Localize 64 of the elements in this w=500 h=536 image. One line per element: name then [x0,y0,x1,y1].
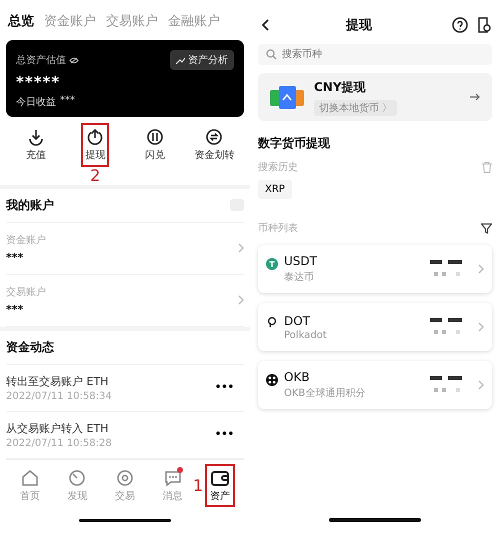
okb-coin-icon [266,374,278,386]
record-title: 转出至交易账户 ETH [6,374,110,389]
section-title: 我的账户 [6,196,54,214]
coin-card[interactable]: USDT 泰达币 [258,245,492,293]
step-number: 1 [192,476,204,495]
history-chip[interactable]: XRP [258,180,292,199]
more-button[interactable]: ••• [214,382,244,394]
help-icon[interactable] [452,17,468,33]
account-name: 资金账户 [6,234,46,247]
coin-symbol: USDT [284,254,318,268]
swap-button[interactable]: 闪兑 [140,122,169,167]
coin-symbol: OKB [284,370,311,384]
account-balance: *** [6,302,24,316]
chevron-right-icon [238,295,244,306]
account-tab[interactable]: 总览 [8,12,34,30]
today-value: *** [60,94,75,108]
cny-withdraw-card[interactable]: CNY提现 切换本地货币 〉 [258,73,492,121]
list-label: 币种列表 [258,222,298,235]
eye-icon [69,56,79,64]
more-button[interactable]: ••• [214,429,244,440]
download-icon [26,128,45,146]
section-title: 资金动态 [6,338,54,356]
upload-icon [86,128,104,146]
coin-symbol: DOT [284,314,312,328]
arrow-right-icon [470,93,480,101]
coin-name: 泰达币 [284,270,315,284]
asset-value: ***** [16,73,62,91]
history-label: 搜索历史 [258,160,298,174]
chevron-right-icon [478,380,484,390]
account-balance: *** [6,250,24,264]
tether-coin-icon [266,258,278,270]
coin-name: Polkadot [284,330,328,340]
record-time: 2022/07/11 10:58:28 [6,438,112,449]
chevron-right-icon [238,243,244,254]
target-icon [114,468,135,488]
filter-icon[interactable] [481,222,492,234]
record-title: 从交易账户转入 ETH [6,420,110,436]
account-name: 交易账户 [6,286,46,299]
today-label: 今日收益 [16,96,56,109]
transfer-button[interactable]: 资金划转 [190,122,238,167]
chevron-right-icon [478,322,484,332]
asset-label: 总资产估值 [16,54,66,67]
swap-icon [146,128,164,146]
section-title: 数字货币提现 [258,135,331,152]
payment-cards-icon [270,83,304,111]
withdraw-button[interactable]: 提现 [81,122,110,167]
cny-withdraw-title: CNY提现 [314,78,367,96]
coin-card[interactable]: DOT Polkadot [258,303,492,351]
step-number: 2 [90,166,100,185]
asset-analysis-button[interactable]: 资产分析 [170,50,234,70]
search-field[interactable]: 搜索币种 [258,44,492,65]
chevron-right-icon [478,264,484,274]
chart-icon [176,56,185,64]
document-icon[interactable] [476,17,492,33]
search-icon [266,49,277,60]
coin-card[interactable]: OKB OKB全球通用积分 [258,361,492,409]
compass-icon [67,468,88,488]
home-icon [20,468,40,488]
coin-name: OKB全球通用积分 [284,386,366,400]
transfer-icon [205,128,224,146]
record-time: 2022/07/11 10:58:34 [6,390,112,402]
deposit-button[interactable]: 充值 [22,122,50,167]
polkadot-coin-icon [266,316,278,328]
page-title: 提现 [344,17,373,34]
